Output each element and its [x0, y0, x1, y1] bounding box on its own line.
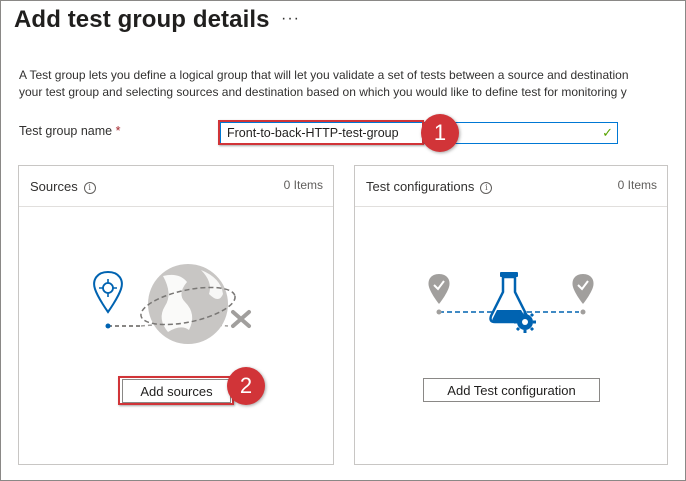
sources-panel-header: Sources i 0 Items — [19, 166, 333, 207]
test-group-name-label: Test group name * — [19, 124, 120, 138]
test-flask-illustration — [428, 272, 594, 333]
valid-check-icon: ✓ — [602, 125, 613, 140]
description-line-1: A Test group lets you define a logical g… — [19, 68, 629, 82]
test-configurations-count: 0 Items — [617, 178, 657, 192]
globe-location-illustration — [93, 264, 251, 344]
sources-panel-title: Sources i — [30, 179, 96, 194]
test-configurations-panel: Test configurations i 0 Items Add Test co… — [354, 165, 668, 465]
add-sources-highlight-annotation — [118, 376, 234, 405]
sources-title-text: Sources — [30, 179, 78, 194]
required-marker: * — [115, 124, 121, 138]
page-title: Add test group details — [14, 6, 270, 33]
name-highlight-annotation — [218, 120, 424, 145]
more-options-icon[interactable]: ··· — [281, 10, 300, 28]
add-test-configuration-button[interactable]: Add Test configuration — [423, 378, 600, 402]
test-configurations-panel-title: Test configurations i — [366, 179, 493, 194]
description: A Test group lets you define a logical g… — [19, 67, 686, 101]
test-group-name-label-text: Test group name — [19, 124, 113, 138]
test-configurations-title-text: Test configurations — [366, 179, 475, 194]
sources-count: 0 Items — [283, 178, 323, 192]
callout-step-2: 2 — [227, 367, 265, 405]
sources-panel: Sources i 0 Items Add sources — [18, 165, 334, 465]
sources-info-icon[interactable]: i — [83, 182, 96, 194]
callout-step-1: 1 — [421, 114, 459, 152]
description-line-2: your test group and selecting sources an… — [19, 85, 627, 99]
test-configurations-info-icon[interactable]: i — [480, 182, 493, 194]
test-configurations-panel-header: Test configurations i 0 Items — [355, 166, 667, 207]
